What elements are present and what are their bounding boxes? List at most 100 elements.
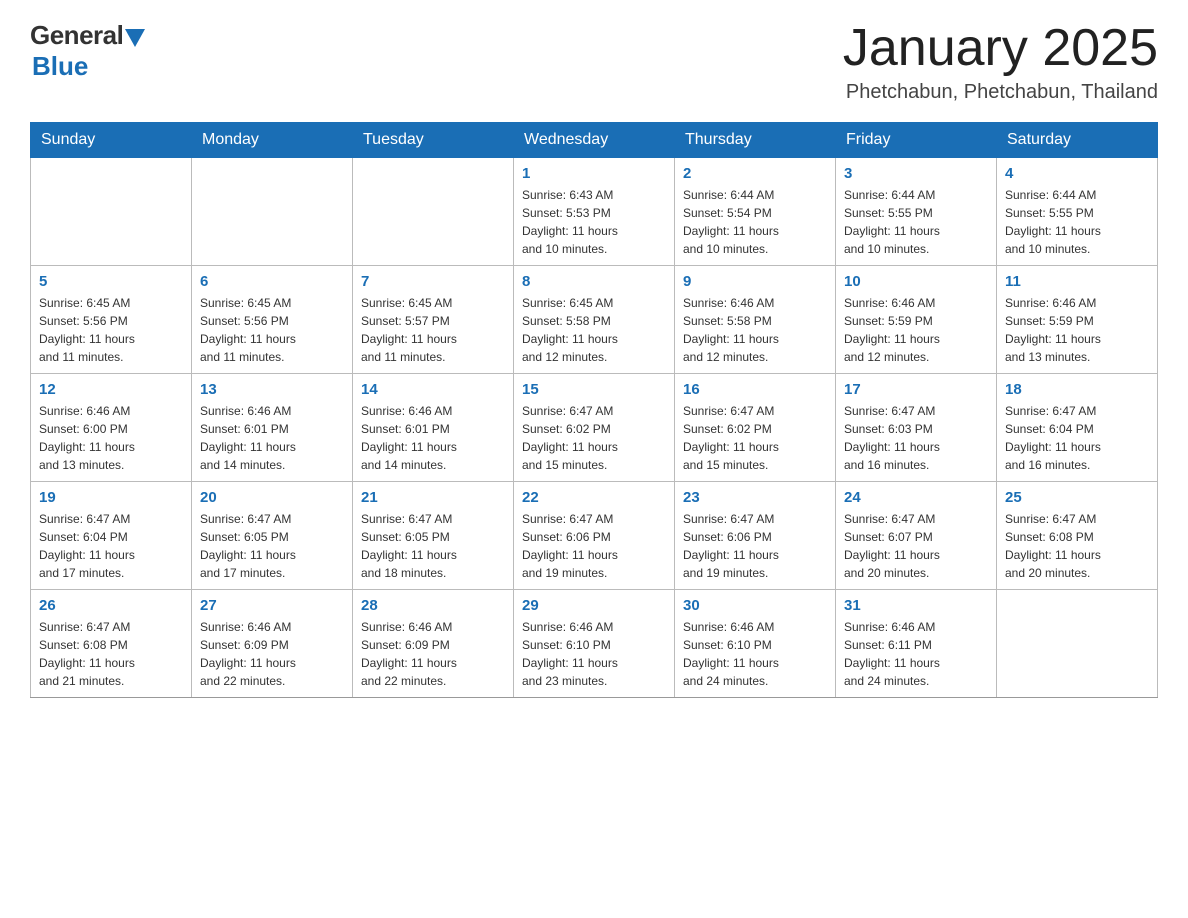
- cell-w2-d7: 11Sunrise: 6:46 AM Sunset: 5:59 PM Dayli…: [997, 266, 1158, 374]
- week-row-5: 26 Sunrise: 6:47 AM Sunset: 6:08 PM Dayli…: [31, 590, 1158, 698]
- week-row-3: 12 Sunrise: 6:46 AM Sunset: 6:00 PM Dayli…: [31, 374, 1158, 482]
- cell-w4-d1: 19 Sunrise: 6:47 AM Sunset: 6:04 PM Dayli…: [31, 482, 192, 590]
- day-number: 21: [361, 489, 505, 506]
- cell-w2-d3: 7Sunrise: 6:45 AM Sunset: 5:57 PM Daylig…: [353, 266, 514, 374]
- day-info: Sunrise: 6:46 AM Sunset: 6:01 PM Dayligh…: [200, 402, 344, 474]
- col-monday: Monday: [192, 123, 353, 158]
- col-thursday: Thursday: [675, 123, 836, 158]
- day-number: 12: [39, 381, 183, 398]
- day-info: Sunrise: 6:47 AM Sunset: 6:02 PM Dayligh…: [522, 402, 666, 474]
- day-number: 30: [683, 597, 827, 614]
- day-number: 8: [522, 273, 666, 290]
- day-info: Sunrise: 6:47 AM Sunset: 6:04 PM Dayligh…: [39, 510, 183, 582]
- day-number: 1: [522, 165, 666, 182]
- cell-w4-d2: 20Sunrise: 6:47 AM Sunset: 6:05 PM Dayli…: [192, 482, 353, 590]
- cell-w5-d4: 29 Sunrise: 6:46 AM Sunset: 6:10 PM Dayli…: [514, 590, 675, 698]
- day-number: 23: [683, 489, 827, 506]
- day-number: 7: [361, 273, 505, 290]
- day-number: 10: [844, 273, 988, 290]
- cell-w1-d5: 2 Sunrise: 6:44 AM Sunset: 5:54 PM Daylig…: [675, 158, 836, 266]
- day-number: 20: [200, 489, 344, 506]
- day-info: Sunrise: 6:44 AM Sunset: 5:55 PM Dayligh…: [1005, 186, 1149, 258]
- day-info: Sunrise: 6:46 AM Sunset: 6:10 PM Dayligh…: [522, 618, 666, 690]
- col-wednesday: Wednesday: [514, 123, 675, 158]
- day-number: 3: [844, 165, 988, 182]
- day-number: 2: [683, 165, 827, 182]
- cell-w5-d1: 26 Sunrise: 6:47 AM Sunset: 6:08 PM Dayli…: [31, 590, 192, 698]
- cell-w4-d6: 24 Sunrise: 6:47 AM Sunset: 6:07 PM Dayli…: [836, 482, 997, 590]
- day-info: Sunrise: 6:45 AM Sunset: 5:58 PM Dayligh…: [522, 294, 666, 366]
- day-number: 22: [522, 489, 666, 506]
- day-info: Sunrise: 6:46 AM Sunset: 6:11 PM Dayligh…: [844, 618, 988, 690]
- day-info: Sunrise: 6:47 AM Sunset: 6:03 PM Dayligh…: [844, 402, 988, 474]
- day-number: 27: [200, 597, 344, 614]
- day-info: Sunrise: 6:47 AM Sunset: 6:07 PM Dayligh…: [844, 510, 988, 582]
- cell-w2-d5: 9Sunrise: 6:46 AM Sunset: 5:58 PM Daylig…: [675, 266, 836, 374]
- day-info: Sunrise: 6:47 AM Sunset: 6:06 PM Dayligh…: [683, 510, 827, 582]
- cell-w2-d6: 10Sunrise: 6:46 AM Sunset: 5:59 PM Dayli…: [836, 266, 997, 374]
- col-saturday: Saturday: [997, 123, 1158, 158]
- cell-w3-d6: 17 Sunrise: 6:47 AM Sunset: 6:03 PM Dayli…: [836, 374, 997, 482]
- day-number: 6: [200, 273, 344, 290]
- logo-general-text: General: [30, 20, 123, 51]
- day-number: 13: [200, 381, 344, 398]
- cell-w1-d3: [353, 158, 514, 266]
- day-info: Sunrise: 6:45 AM Sunset: 5:56 PM Dayligh…: [200, 294, 344, 366]
- cell-w3-d7: 18Sunrise: 6:47 AM Sunset: 6:04 PM Dayli…: [997, 374, 1158, 482]
- location-subtitle: Phetchabun, Phetchabun, Thailand: [843, 81, 1158, 104]
- cell-w1-d4: 1 Sunrise: 6:43 AM Sunset: 5:53 PM Daylig…: [514, 158, 675, 266]
- calendar-body: 1 Sunrise: 6:43 AM Sunset: 5:53 PM Daylig…: [31, 158, 1158, 698]
- cell-w3-d5: 16 Sunrise: 6:47 AM Sunset: 6:02 PM Dayli…: [675, 374, 836, 482]
- header-row: Sunday Monday Tuesday Wednesday Thursday…: [31, 123, 1158, 158]
- cell-w5-d6: 31Sunrise: 6:46 AM Sunset: 6:11 PM Dayli…: [836, 590, 997, 698]
- day-number: 9: [683, 273, 827, 290]
- day-info: Sunrise: 6:47 AM Sunset: 6:02 PM Dayligh…: [683, 402, 827, 474]
- day-number: 5: [39, 273, 183, 290]
- day-info: Sunrise: 6:46 AM Sunset: 6:09 PM Dayligh…: [200, 618, 344, 690]
- day-info: Sunrise: 6:47 AM Sunset: 6:08 PM Dayligh…: [39, 618, 183, 690]
- day-number: 29: [522, 597, 666, 614]
- page-header: General Blue January 2025 Phetchabun, Ph…: [30, 20, 1158, 104]
- cell-w4-d5: 23 Sunrise: 6:47 AM Sunset: 6:06 PM Dayli…: [675, 482, 836, 590]
- day-number: 24: [844, 489, 988, 506]
- day-info: Sunrise: 6:44 AM Sunset: 5:54 PM Dayligh…: [683, 186, 827, 258]
- calendar-table: Sunday Monday Tuesday Wednesday Thursday…: [30, 122, 1158, 698]
- cell-w1-d6: 3Sunrise: 6:44 AM Sunset: 5:55 PM Daylig…: [836, 158, 997, 266]
- cell-w2-d1: 5 Sunrise: 6:45 AM Sunset: 5:56 PM Daylig…: [31, 266, 192, 374]
- cell-w5-d5: 30 Sunrise: 6:46 AM Sunset: 6:10 PM Dayli…: [675, 590, 836, 698]
- day-number: 4: [1005, 165, 1149, 182]
- cell-w2-d4: 8 Sunrise: 6:45 AM Sunset: 5:58 PM Daylig…: [514, 266, 675, 374]
- day-info: Sunrise: 6:47 AM Sunset: 6:08 PM Dayligh…: [1005, 510, 1149, 582]
- day-info: Sunrise: 6:43 AM Sunset: 5:53 PM Dayligh…: [522, 186, 666, 258]
- day-info: Sunrise: 6:46 AM Sunset: 5:59 PM Dayligh…: [1005, 294, 1149, 366]
- day-info: Sunrise: 6:46 AM Sunset: 6:00 PM Dayligh…: [39, 402, 183, 474]
- day-number: 17: [844, 381, 988, 398]
- day-number: 25: [1005, 489, 1149, 506]
- day-number: 14: [361, 381, 505, 398]
- week-row-1: 1 Sunrise: 6:43 AM Sunset: 5:53 PM Daylig…: [31, 158, 1158, 266]
- cell-w3-d3: 14Sunrise: 6:46 AM Sunset: 6:01 PM Dayli…: [353, 374, 514, 482]
- cell-w4-d7: 25 Sunrise: 6:47 AM Sunset: 6:08 PM Dayli…: [997, 482, 1158, 590]
- cell-w4-d3: 21 Sunrise: 6:47 AM Sunset: 6:05 PM Dayli…: [353, 482, 514, 590]
- day-number: 15: [522, 381, 666, 398]
- cell-w2-d2: 6 Sunrise: 6:45 AM Sunset: 5:56 PM Daylig…: [192, 266, 353, 374]
- calendar-header: Sunday Monday Tuesday Wednesday Thursday…: [31, 123, 1158, 158]
- day-info: Sunrise: 6:46 AM Sunset: 6:10 PM Dayligh…: [683, 618, 827, 690]
- cell-w1-d1: [31, 158, 192, 266]
- col-friday: Friday: [836, 123, 997, 158]
- day-number: 18: [1005, 381, 1149, 398]
- logo-blue-text: Blue: [32, 51, 88, 82]
- col-sunday: Sunday: [31, 123, 192, 158]
- cell-w5-d2: 27 Sunrise: 6:46 AM Sunset: 6:09 PM Dayli…: [192, 590, 353, 698]
- cell-w3-d2: 13 Sunrise: 6:46 AM Sunset: 6:01 PM Dayli…: [192, 374, 353, 482]
- day-info: Sunrise: 6:47 AM Sunset: 6:05 PM Dayligh…: [361, 510, 505, 582]
- day-info: Sunrise: 6:46 AM Sunset: 6:09 PM Dayligh…: [361, 618, 505, 690]
- day-number: 26: [39, 597, 183, 614]
- day-number: 28: [361, 597, 505, 614]
- cell-w1-d2: [192, 158, 353, 266]
- day-info: Sunrise: 6:45 AM Sunset: 5:56 PM Dayligh…: [39, 294, 183, 366]
- day-number: 16: [683, 381, 827, 398]
- day-number: 19: [39, 489, 183, 506]
- week-row-4: 19 Sunrise: 6:47 AM Sunset: 6:04 PM Dayli…: [31, 482, 1158, 590]
- cell-w1-d7: 4 Sunrise: 6:44 AM Sunset: 5:55 PM Daylig…: [997, 158, 1158, 266]
